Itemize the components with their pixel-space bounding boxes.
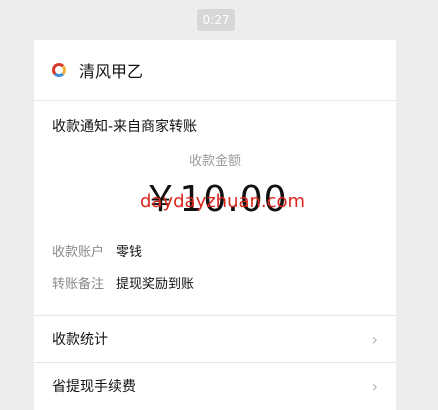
- chevron-right-icon: ›: [371, 329, 378, 349]
- info-label: 转账备注: [52, 277, 105, 292]
- info-row-account: 收款账户 零钱: [52, 241, 142, 260]
- message-timestamp: 0:27: [197, 9, 235, 31]
- link-label: 收款统计: [52, 332, 108, 348]
- chevron-right-icon: ›: [371, 376, 378, 396]
- app-name: 清风甲乙: [79, 62, 144, 81]
- card-header[interactable]: 清风甲乙: [34, 40, 396, 101]
- notice-title: 收款通知-来自商家转账: [52, 119, 198, 135]
- info-label: 收款账户: [52, 245, 105, 260]
- link-receipt-stats[interactable]: 收款统计 ›: [34, 316, 396, 362]
- link-save-fees[interactable]: 省提现手续费 ›: [34, 363, 396, 409]
- info-value: 提现奖励到账: [116, 277, 195, 292]
- info-row-remark: 转账备注 提现奖励到账: [52, 273, 194, 292]
- link-label: 省提现手续费: [52, 379, 136, 395]
- amount-label: 收款金额: [188, 154, 241, 169]
- payment-notification-card: 清风甲乙 收款通知-来自商家转账 收款金额 ￥10.00 daydayzhuan…: [34, 40, 396, 410]
- watermark-text: daydayzhuan.com: [140, 191, 306, 212]
- app-logo-icon: [52, 63, 66, 77]
- info-value: 零钱: [116, 245, 143, 260]
